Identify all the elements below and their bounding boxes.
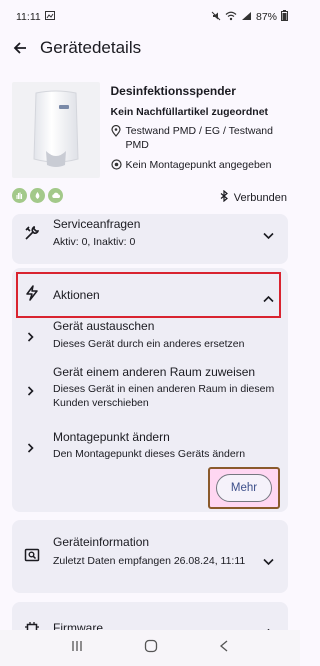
mount-target-icon (110, 158, 126, 174)
device-location: Testwand PMD / EG / Testwand PMD (110, 124, 292, 152)
system-navigation-bar (0, 630, 300, 666)
actions-highlight-frame (16, 272, 281, 318)
action-title: Gerät einem anderen Raum zuweisen (53, 365, 256, 379)
hand-badge-icon (12, 188, 27, 203)
action-assign-room[interactable]: Gerät einem anderen Raum zuweisen Dieses… (12, 364, 288, 416)
gallery-icon (44, 11, 55, 23)
last-data-received: Zuletzt Daten empfangen 26.08.24, 11:11 (53, 555, 246, 567)
battery-icon (281, 10, 288, 24)
chevron-right-icon (27, 440, 34, 458)
feature-badges (12, 188, 63, 203)
tools-icon (24, 225, 40, 246)
action-description: Dieses Gerät durch ein anderes ersetzen (53, 338, 245, 350)
chevron-right-icon (27, 383, 34, 401)
home-icon[interactable] (144, 639, 158, 658)
mount-text: Kein Montagepunkt angegeben (125, 159, 272, 171)
app-bar: Gerätedetails (0, 34, 300, 62)
more-button[interactable]: Mehr (216, 474, 272, 502)
service-requests-title: Serviceanfragen (53, 217, 141, 231)
device-info-card[interactable]: Geräteinformation Zuletzt Daten empfange… (12, 520, 288, 593)
action-title: Montagepunkt ändern (53, 430, 170, 444)
device-search-icon (24, 547, 40, 568)
connection-status: Verbunden (220, 189, 287, 205)
chevron-down-icon[interactable] (263, 227, 274, 245)
back-arrow-icon (13, 42, 26, 54)
action-replace-device[interactable]: Gerät austauschen Dieses Gerät durch ein… (12, 318, 288, 358)
back-button[interactable] (0, 34, 40, 62)
device-info-title: Geräteinformation (53, 535, 150, 549)
action-description: Den Montagepunkt dieses Geräts ändern (53, 448, 246, 460)
device-image (12, 82, 100, 178)
wifi-icon (225, 11, 237, 24)
chevron-down-icon[interactable] (263, 553, 274, 571)
status-bar: 11:11 87% (0, 0, 300, 34)
more-highlight-frame: Mehr (208, 467, 280, 509)
bluetooth-icon (220, 189, 228, 205)
action-title: Gerät austauschen (53, 319, 155, 333)
refill-status: Kein Nachfüllartikel zugeordnet (110, 106, 269, 118)
status-time: 11:11 (16, 11, 41, 23)
connection-label: Verbunden (233, 191, 287, 204)
action-change-mount[interactable]: Montagepunkt ändern Den Montagepunkt die… (12, 430, 288, 466)
page-title: Gerätedetails (40, 38, 142, 57)
drop-badge-icon (30, 188, 45, 203)
device-name: Desinfektionsspender (110, 84, 236, 98)
service-requests-counts: Aktiv: 0, Inaktiv: 0 (53, 236, 136, 248)
battery-percent: 87% (255, 11, 277, 23)
device-summary: Desinfektionsspender Kein Nachfüllartike… (12, 82, 292, 178)
chevron-right-icon (27, 329, 34, 347)
signal-icon (241, 11, 252, 24)
device-mount: Kein Montagepunkt angegeben (110, 158, 292, 174)
action-description: Dieses Gerät in einen anderen Raum in di… (53, 383, 275, 409)
recent-apps-icon[interactable] (71, 639, 83, 657)
service-requests-card[interactable]: Serviceanfragen Aktiv: 0, Inaktiv: 0 (12, 214, 288, 264)
cloud-badge-icon (48, 188, 63, 203)
location-pin-icon (110, 124, 126, 152)
mute-icon (211, 11, 221, 24)
location-text: Testwand PMD / EG / Testwand PMD (125, 125, 273, 151)
back-nav-icon[interactable] (219, 639, 229, 657)
